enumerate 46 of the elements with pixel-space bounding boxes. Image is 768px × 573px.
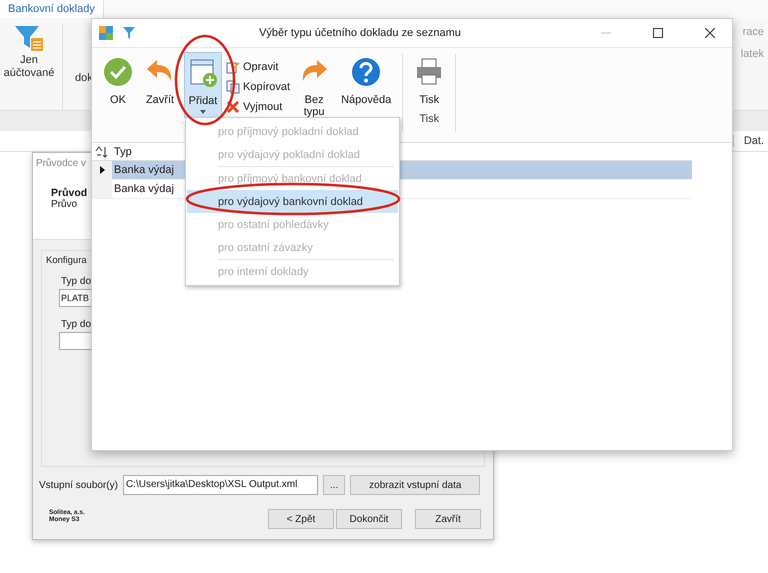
show-data-button[interactable]: zobrazit vstupní data (350, 475, 480, 495)
ribbon-tab[interactable]: Bankovní doklady (0, 0, 104, 18)
ribbon-label: latek (740, 48, 764, 60)
cut-icon (226, 100, 240, 114)
wizard-button[interactable]: Dokončit (336, 509, 402, 529)
sort-icon[interactable] (95, 146, 109, 158)
help-button[interactable]: Nápověda (338, 52, 394, 108)
filter-button[interactable]: Jen aúčtované (0, 24, 63, 110)
ok-button[interactable]: OK (100, 52, 136, 108)
toolbar-button[interactable]: Opravit (226, 60, 290, 74)
app-icon (98, 25, 114, 41)
close-button[interactable]: Zavřít (142, 52, 178, 108)
no-type-button[interactable]: Bez typu (296, 52, 332, 120)
field-label: Typ do (61, 276, 92, 287)
browse-button[interactable]: ... (322, 475, 346, 495)
ribbon-label: race (742, 26, 764, 38)
table-cell-text: Banka výdaj (113, 163, 174, 178)
wizard-button[interactable]: Zavřít (415, 509, 481, 529)
funnel-icon[interactable] (122, 26, 136, 40)
menu-item[interactable]: pro výdajový bankovní doklad (187, 190, 398, 213)
funnel-icon (13, 24, 45, 54)
group-label: Konfigura (46, 255, 87, 266)
input-field[interactable]: PLATB (59, 289, 92, 307)
print-button[interactable]: Tisk (411, 52, 448, 108)
toolbar-button[interactable]: Kopírovat (226, 80, 290, 94)
add-button[interactable]: Přidat (184, 52, 222, 118)
help-icon (351, 57, 382, 87)
close-icon[interactable] (705, 28, 715, 38)
wizard-button[interactable]: < Zpět (268, 509, 334, 529)
toolbar-button[interactable]: Vyjmout (226, 100, 290, 114)
table-cell-text: Banka výdaj (113, 182, 174, 197)
edit-icon (226, 60, 240, 74)
maximize-icon[interactable] (653, 28, 663, 38)
field-label: Typ do (61, 319, 92, 330)
window-title: Výběr typu účetního dokladu ze seznamu (258, 27, 462, 39)
add-document-icon (188, 58, 218, 88)
check-icon (103, 57, 133, 87)
copy-icon (226, 80, 240, 94)
row-pointer-icon (100, 166, 104, 174)
row-header[interactable] (92, 161, 112, 179)
input-field[interactable]: C:\Users\jitka\Desktop\XSL Output.xml (122, 475, 318, 495)
field-label: Vstupní soubor(y) (39, 480, 118, 490)
wizard-subheading: Průvo (51, 199, 78, 210)
input-field[interactable] (59, 332, 92, 350)
wizard-heading: Průvod (51, 187, 88, 199)
group-label: Tisk (419, 113, 440, 125)
